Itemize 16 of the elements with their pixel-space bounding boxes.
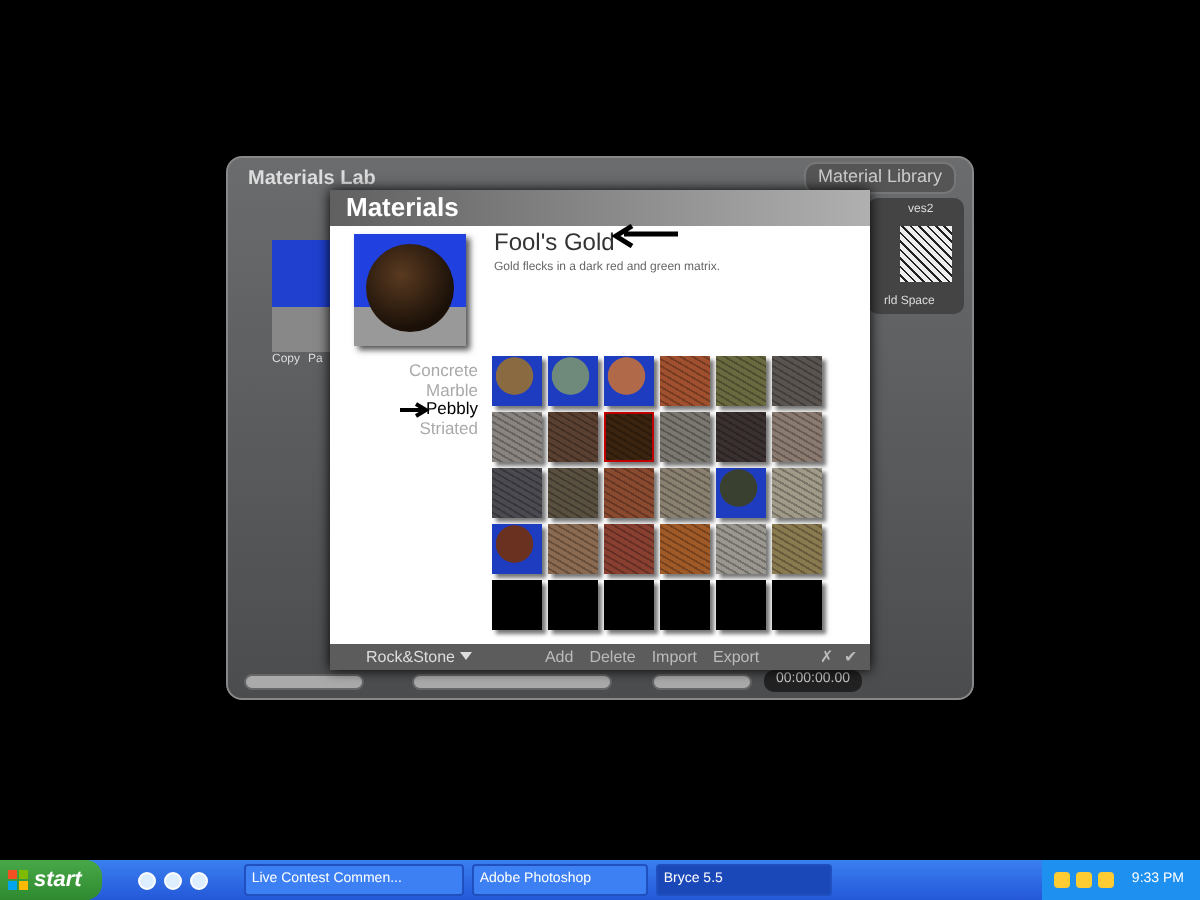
material-name: Fool's Gold bbox=[494, 226, 615, 260]
action-link[interactable]: Export bbox=[713, 645, 760, 669]
category-item[interactable]: Striated bbox=[419, 419, 478, 438]
library-dropdown[interactable]: Rock&Stone bbox=[366, 645, 473, 669]
category-item[interactable]: Pebbly bbox=[426, 400, 478, 419]
category-item[interactable]: Concrete bbox=[409, 362, 478, 381]
confirm-button[interactable]: ✔ bbox=[844, 645, 858, 669]
action-link[interactable]: Add bbox=[544, 645, 574, 669]
action-link[interactable]: Delete bbox=[589, 645, 636, 669]
library-tab[interactable]: Material Library bbox=[803, 162, 956, 193]
cancel-button[interactable]: ✗ bbox=[820, 645, 834, 669]
window-title: Materials Lab bbox=[248, 166, 376, 194]
start-button[interactable]: start bbox=[0, 860, 102, 900]
category-item[interactable]: Marble bbox=[426, 381, 478, 400]
panel-title: Materials bbox=[330, 190, 870, 226]
action-link[interactable]: Import bbox=[651, 645, 697, 669]
